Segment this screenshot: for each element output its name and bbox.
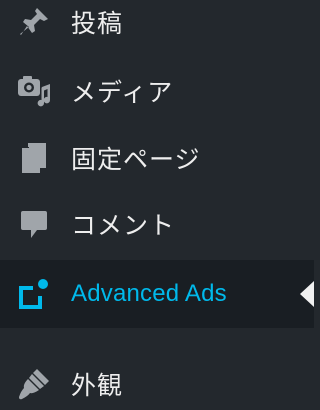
appearance-brush-icon [14, 364, 54, 404]
admin-sidebar-menu: 投稿 メディア 固定ページ コメント Advanced Ads 外観 [0, 0, 314, 410]
pages-icon [14, 138, 54, 178]
menu-item-appearance[interactable]: 外観 [0, 360, 314, 408]
menu-item-pages[interactable]: 固定ページ [0, 136, 314, 180]
pin-icon [14, 2, 54, 42]
menu-item-comments[interactable]: コメント [0, 201, 314, 247]
comment-icon [14, 204, 54, 244]
menu-item-label: メディア [71, 78, 174, 107]
advanced-ads-icon [14, 274, 54, 314]
menu-item-advanced-ads[interactable]: Advanced Ads [0, 260, 314, 328]
current-page-pointer [300, 281, 314, 307]
menu-item-media[interactable]: メディア [0, 67, 314, 115]
menu-item-label: Advanced Ads [71, 280, 227, 307]
media-icon [14, 71, 54, 111]
menu-item-posts[interactable]: 投稿 [0, 0, 314, 44]
menu-item-label: 固定ページ [71, 145, 201, 174]
menu-item-label: コメント [71, 211, 176, 240]
menu-item-label: 投稿 [71, 9, 124, 38]
menu-item-label: 外観 [71, 371, 124, 400]
